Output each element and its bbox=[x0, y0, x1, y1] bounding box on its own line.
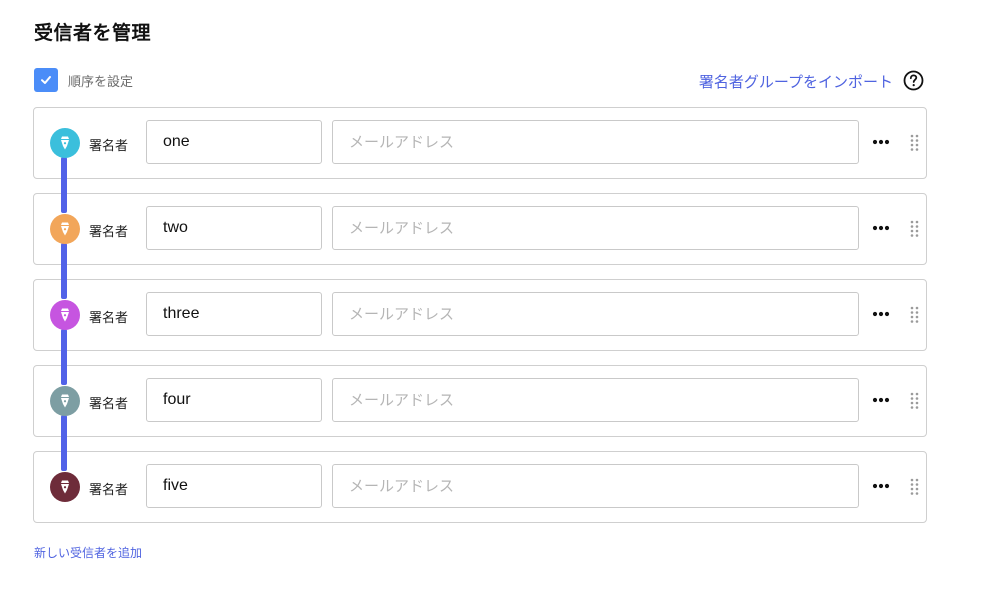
drag-handle[interactable] bbox=[909, 134, 921, 152]
pen-nib-icon bbox=[61, 136, 69, 150]
recipient-avatar bbox=[50, 214, 80, 244]
recipient-role-label: 署名者 bbox=[89, 311, 129, 326]
recipient-avatar bbox=[50, 472, 80, 502]
recipient-email-field[interactable] bbox=[332, 206, 859, 250]
drag-handle[interactable] bbox=[909, 392, 921, 410]
recipient-role-label: 署名者 bbox=[89, 139, 129, 154]
recipient-email-field[interactable] bbox=[332, 120, 859, 164]
recipient-role-label: 署名者 bbox=[89, 397, 129, 412]
pen-nib-icon bbox=[61, 222, 69, 236]
set-order-row: 順序を設定 bbox=[34, 68, 133, 92]
recipient-card: 署名者 bbox=[33, 279, 927, 351]
more-options-button[interactable] bbox=[870, 304, 892, 324]
more-dots-icon bbox=[872, 483, 890, 489]
recipient-name-field[interactable] bbox=[146, 292, 322, 336]
recipient-email-field[interactable] bbox=[332, 378, 859, 422]
more-dots-icon bbox=[872, 311, 890, 317]
checkmark-icon bbox=[41, 76, 51, 84]
drag-handle[interactable] bbox=[909, 306, 921, 324]
more-dots-icon bbox=[872, 397, 890, 403]
recipient-name-field[interactable] bbox=[146, 120, 322, 164]
pen-nib-icon bbox=[61, 308, 69, 322]
more-options-button[interactable] bbox=[870, 476, 892, 496]
recipient-role-label: 署名者 bbox=[89, 225, 129, 240]
more-options-button[interactable] bbox=[870, 390, 892, 410]
page-title: 受信者を管理 bbox=[34, 22, 152, 44]
more-dots-icon bbox=[872, 139, 890, 145]
pen-nib-icon bbox=[61, 480, 69, 494]
drag-handle[interactable] bbox=[909, 220, 921, 238]
more-options-button[interactable] bbox=[870, 218, 892, 238]
help-icon[interactable] bbox=[903, 70, 924, 91]
drag-grip-icon bbox=[910, 478, 919, 495]
more-options-button[interactable] bbox=[870, 132, 892, 152]
recipient-name-field[interactable] bbox=[146, 464, 322, 508]
set-order-label: 順序を設定 bbox=[68, 74, 134, 90]
recipient-avatar bbox=[50, 128, 80, 158]
pen-nib-icon bbox=[61, 394, 69, 408]
recipient-role-label: 署名者 bbox=[89, 483, 129, 498]
recipient-card: 署名者 bbox=[33, 107, 927, 179]
drag-grip-icon bbox=[910, 392, 919, 409]
order-connector-line bbox=[61, 329, 67, 385]
recipient-name-field[interactable] bbox=[146, 206, 322, 250]
recipient-card: 署名者 bbox=[33, 365, 927, 437]
drag-grip-icon bbox=[910, 220, 919, 237]
set-order-checkbox[interactable] bbox=[34, 68, 58, 92]
recipient-email-field[interactable] bbox=[332, 292, 859, 336]
recipient-card: 署名者 bbox=[33, 451, 927, 523]
more-dots-icon bbox=[872, 225, 890, 231]
order-connector-line bbox=[61, 415, 67, 471]
recipient-email-field[interactable] bbox=[332, 464, 859, 508]
add-recipient-link[interactable]: 新しい受信者を追加 bbox=[34, 544, 142, 561]
recipient-name-field[interactable] bbox=[146, 378, 322, 422]
recipient-avatar bbox=[50, 300, 80, 330]
recipient-avatar bbox=[50, 386, 80, 416]
drag-handle[interactable] bbox=[909, 478, 921, 496]
drag-grip-icon bbox=[910, 306, 919, 323]
order-connector-line bbox=[61, 243, 67, 299]
order-connector-line bbox=[61, 157, 67, 213]
import-signer-group-link[interactable]: 署名者グループをインポート bbox=[699, 71, 893, 92]
drag-grip-icon bbox=[910, 134, 919, 151]
recipient-card: 署名者 bbox=[33, 193, 927, 265]
